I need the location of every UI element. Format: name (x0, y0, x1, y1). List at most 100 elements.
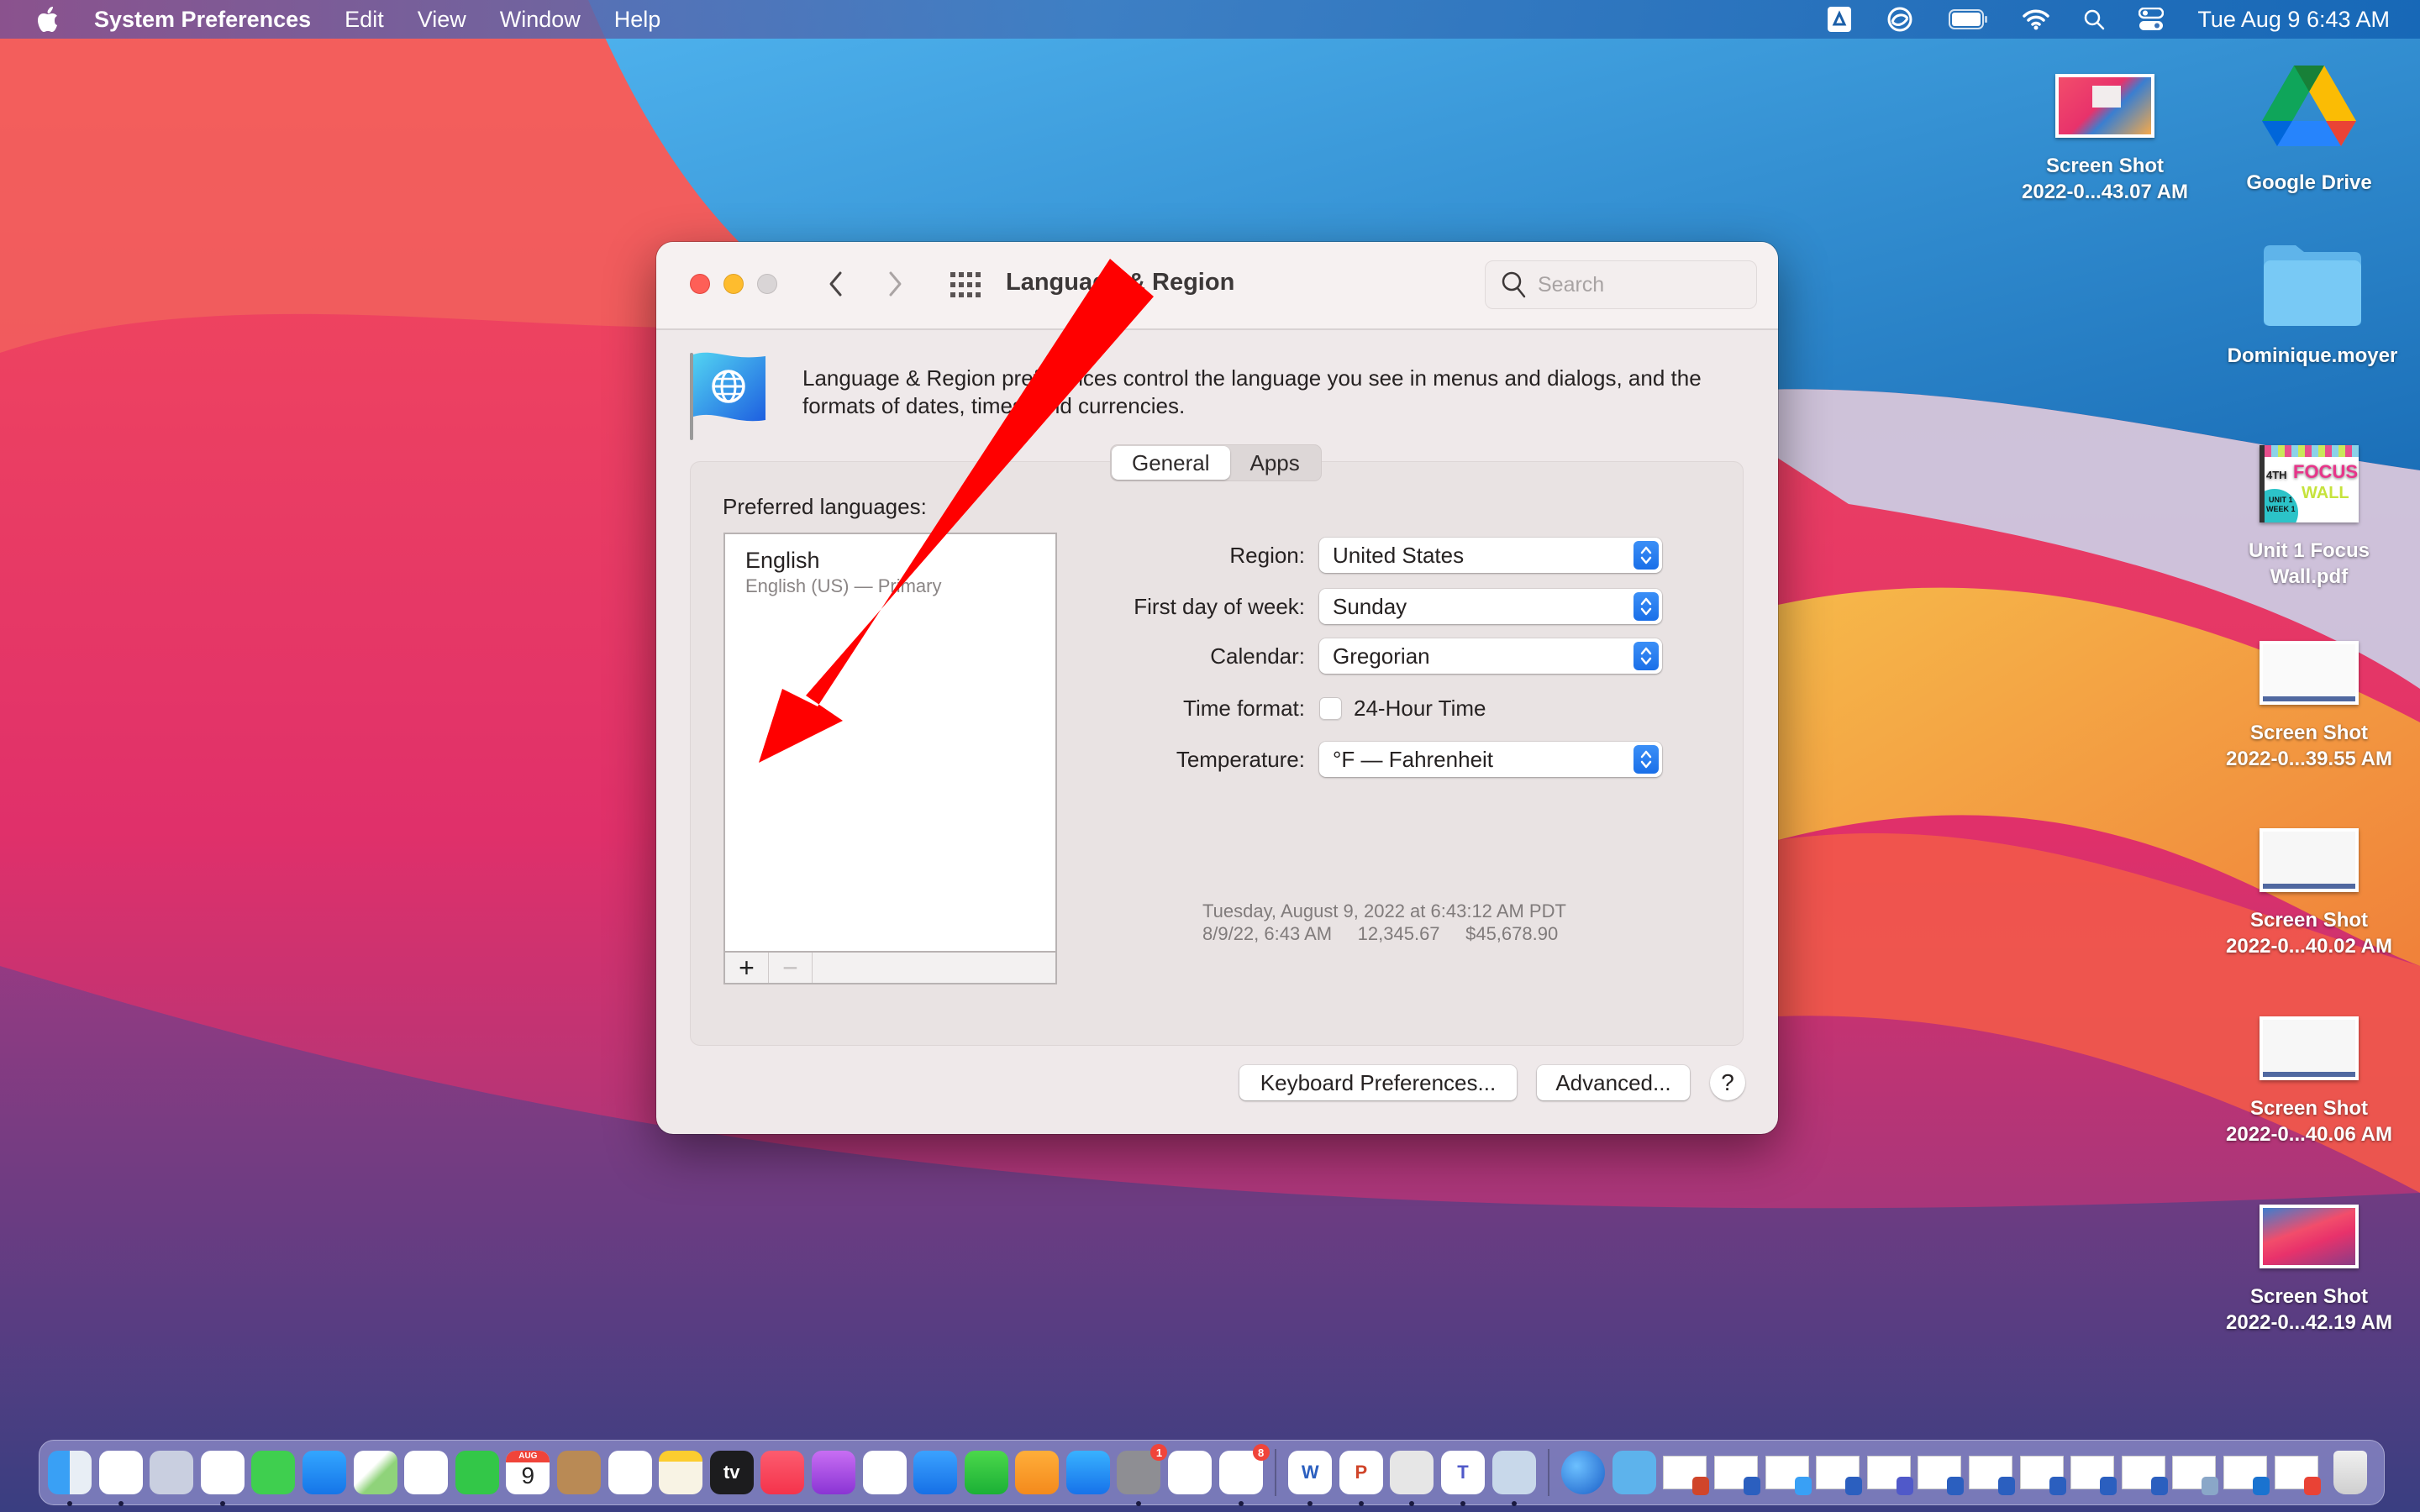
dock-app-numbers[interactable] (964, 1451, 1008, 1494)
apple-menu-icon[interactable] (35, 5, 60, 34)
wifi-icon[interactable] (2023, 8, 2050, 30)
dock-app-news[interactable] (862, 1451, 907, 1494)
minimize-button[interactable] (723, 274, 744, 294)
region-popup[interactable]: United States (1319, 538, 1662, 573)
dock-app-launchpad[interactable] (150, 1451, 194, 1494)
24-hour-time-checkbox[interactable] (1319, 697, 1342, 720)
dock-app-reminders[interactable] (608, 1451, 652, 1494)
menu-clock[interactable]: Tue Aug 9 6:43 AM (2197, 7, 2390, 33)
first-day-popup[interactable]: Sunday (1319, 589, 1662, 624)
dock-app-microsoft-teams[interactable]: T (1441, 1451, 1486, 1506)
menu-window[interactable]: Window (500, 7, 581, 33)
zoom-button[interactable] (757, 274, 777, 294)
dock-app-presentation-app[interactable] (1168, 1451, 1213, 1494)
dock-app-safari[interactable] (200, 1451, 245, 1506)
dock-minimized-window-preview[interactable] (2172, 1456, 2219, 1495)
desktop-icon-screenshot-4002[interactable]: Screen Shot 2022-0...40.02 AM (2204, 828, 2414, 959)
calendar-popup[interactable]: Gregorian (1319, 638, 1662, 674)
dock-minimized-window-word[interactable] (1968, 1456, 2015, 1495)
dock-app-messages[interactable] (251, 1451, 296, 1494)
window-title: Language & Region (1006, 269, 1235, 296)
menu-view[interactable]: View (418, 7, 466, 33)
dock-app-microsoft-powerpoint[interactable]: P (1339, 1451, 1383, 1506)
dock-minimized-window-powerpoint[interactable] (1663, 1456, 1710, 1495)
dock-app-music[interactable] (760, 1451, 805, 1494)
spotlight-search-icon[interactable] (2083, 8, 2105, 30)
forward-button[interactable] (883, 267, 908, 301)
desktop-icon-folder[interactable]: Dominique.moyer (2207, 244, 2417, 369)
help-button[interactable]: ? (1710, 1065, 1745, 1100)
dock-minimized-window-word[interactable] (2070, 1456, 2118, 1495)
dock-minimized-window-word[interactable] (1714, 1456, 1760, 1495)
menu-app-name[interactable]: System Preferences (94, 7, 311, 33)
word-icon (2100, 1477, 2118, 1495)
tab-apps[interactable]: Apps (1230, 446, 1320, 480)
window-titlebar[interactable]: Language & Region (656, 242, 1778, 330)
dock-app-apple-tv[interactable]: tv (709, 1451, 754, 1494)
search-input[interactable] (1538, 272, 1739, 297)
dock-app-microsoft-word[interactable]: W (1288, 1451, 1333, 1506)
desktop-icon-screenshot-3955[interactable]: Screen Shot 2022-0...39.55 AM (2204, 641, 2414, 772)
dock-minimized-window-word[interactable] (2121, 1456, 2168, 1495)
tab-general[interactable]: General (1112, 446, 1230, 480)
dock-minimized-window-chrome[interactable] (2274, 1456, 2321, 1495)
dock-trash-icon[interactable] (2333, 1451, 2368, 1494)
dock-app-google-chrome[interactable] (98, 1451, 143, 1506)
screenshot-thumbnail (2260, 641, 2359, 705)
dock-downloads-folder-icon[interactable] (1612, 1451, 1656, 1494)
calendar-month: AUG (506, 1451, 550, 1462)
show-all-grid-icon[interactable] (950, 272, 981, 297)
temperature-popup[interactable]: °F — Fahrenheit (1319, 742, 1662, 777)
pdf-grade: 4TH (2266, 469, 2287, 481)
word-icon (1845, 1477, 1863, 1495)
desktop-icon-google-drive[interactable]: Google Drive (2204, 62, 2414, 196)
dock-app-podcasts[interactable] (811, 1451, 855, 1494)
battery-icon[interactable] (1949, 9, 1989, 29)
desktop-icon-label: Screen Shot (2249, 909, 2369, 932)
format-sample-date: Tuesday, August 9, 2022 at 6:43:12 AM PD… (1202, 900, 1566, 921)
dock-network-globe-icon[interactable] (1561, 1451, 1606, 1494)
desktop-icon-pdf[interactable]: 4TH FOCUS WALL UNIT 1 WEEK 1 Unit 1 Focus… (2204, 445, 2414, 590)
desktop-icon-label: Unit 1 Focus (2248, 539, 2370, 562)
dock-minimized-window-outlook[interactable] (2223, 1456, 2270, 1495)
google-drive-sync-icon[interactable] (1828, 7, 1852, 32)
dock-app-keynote[interactable] (913, 1451, 958, 1494)
dock-app-printer[interactable] (1390, 1451, 1434, 1506)
dock: AUG 9 tv 1 8 W P T (39, 1440, 2385, 1506)
search-field[interactable] (1485, 260, 1757, 309)
control-center-icon[interactable] (2139, 8, 2165, 31)
24-hour-time-label[interactable]: 24-Hour Time (1354, 696, 1486, 722)
dock-app-maps[interactable] (353, 1451, 397, 1494)
desktop-icon-screenshot-4307[interactable]: Screen Shot 2022-0...43.07 AM (2000, 74, 2210, 205)
dock-app-microsoft-outlook[interactable]: 8 (1218, 1444, 1270, 1506)
dock-app-mail[interactable] (302, 1451, 346, 1494)
dock-app-pages[interactable] (1015, 1451, 1060, 1494)
dock-app-facetime[interactable] (455, 1451, 499, 1494)
desktop-icon-screenshot-4219[interactable]: Screen Shot 2022-0...42.19 AM (2204, 1205, 2414, 1336)
dock-app-notes[interactable] (659, 1451, 703, 1494)
dock-app-calendar[interactable]: AUG 9 (506, 1451, 550, 1494)
dock-app-system-preferences[interactable]: 1 (1117, 1444, 1168, 1506)
dock-app-preview[interactable] (1491, 1451, 1536, 1506)
dock-app-contacts[interactable] (556, 1451, 601, 1494)
dock-app-photos[interactable] (404, 1451, 449, 1494)
add-language-button[interactable]: + (725, 953, 769, 983)
notification-badge: 1 (1150, 1444, 1168, 1461)
dock-minimized-window-word[interactable] (1816, 1456, 1863, 1495)
advanced-button[interactable]: Advanced... (1537, 1065, 1690, 1100)
dock-app-app-store[interactable] (1065, 1451, 1110, 1494)
remove-language-button[interactable]: − (769, 953, 813, 983)
dock-minimized-window-finder[interactable] (1765, 1456, 1812, 1495)
close-button[interactable] (690, 274, 710, 294)
keyboard-preferences-button[interactable]: Keyboard Preferences... (1239, 1065, 1517, 1100)
dock-minimized-window-word[interactable] (2019, 1456, 2066, 1495)
menu-help[interactable]: Help (614, 7, 661, 33)
dock-minimized-window-teams[interactable] (1866, 1456, 1913, 1495)
menu-edit[interactable]: Edit (345, 7, 384, 33)
back-button[interactable] (823, 267, 848, 301)
desktop-icon-screenshot-4006[interactable]: Screen Shot 2022-0...40.06 AM (2204, 1016, 2414, 1147)
dock-app-finder[interactable] (48, 1451, 92, 1506)
dock-minimized-window-word[interactable] (1918, 1456, 1965, 1495)
desktop-icon-label: Screen Shot (2045, 155, 2165, 177)
creative-cloud-icon[interactable] (1885, 7, 1915, 32)
